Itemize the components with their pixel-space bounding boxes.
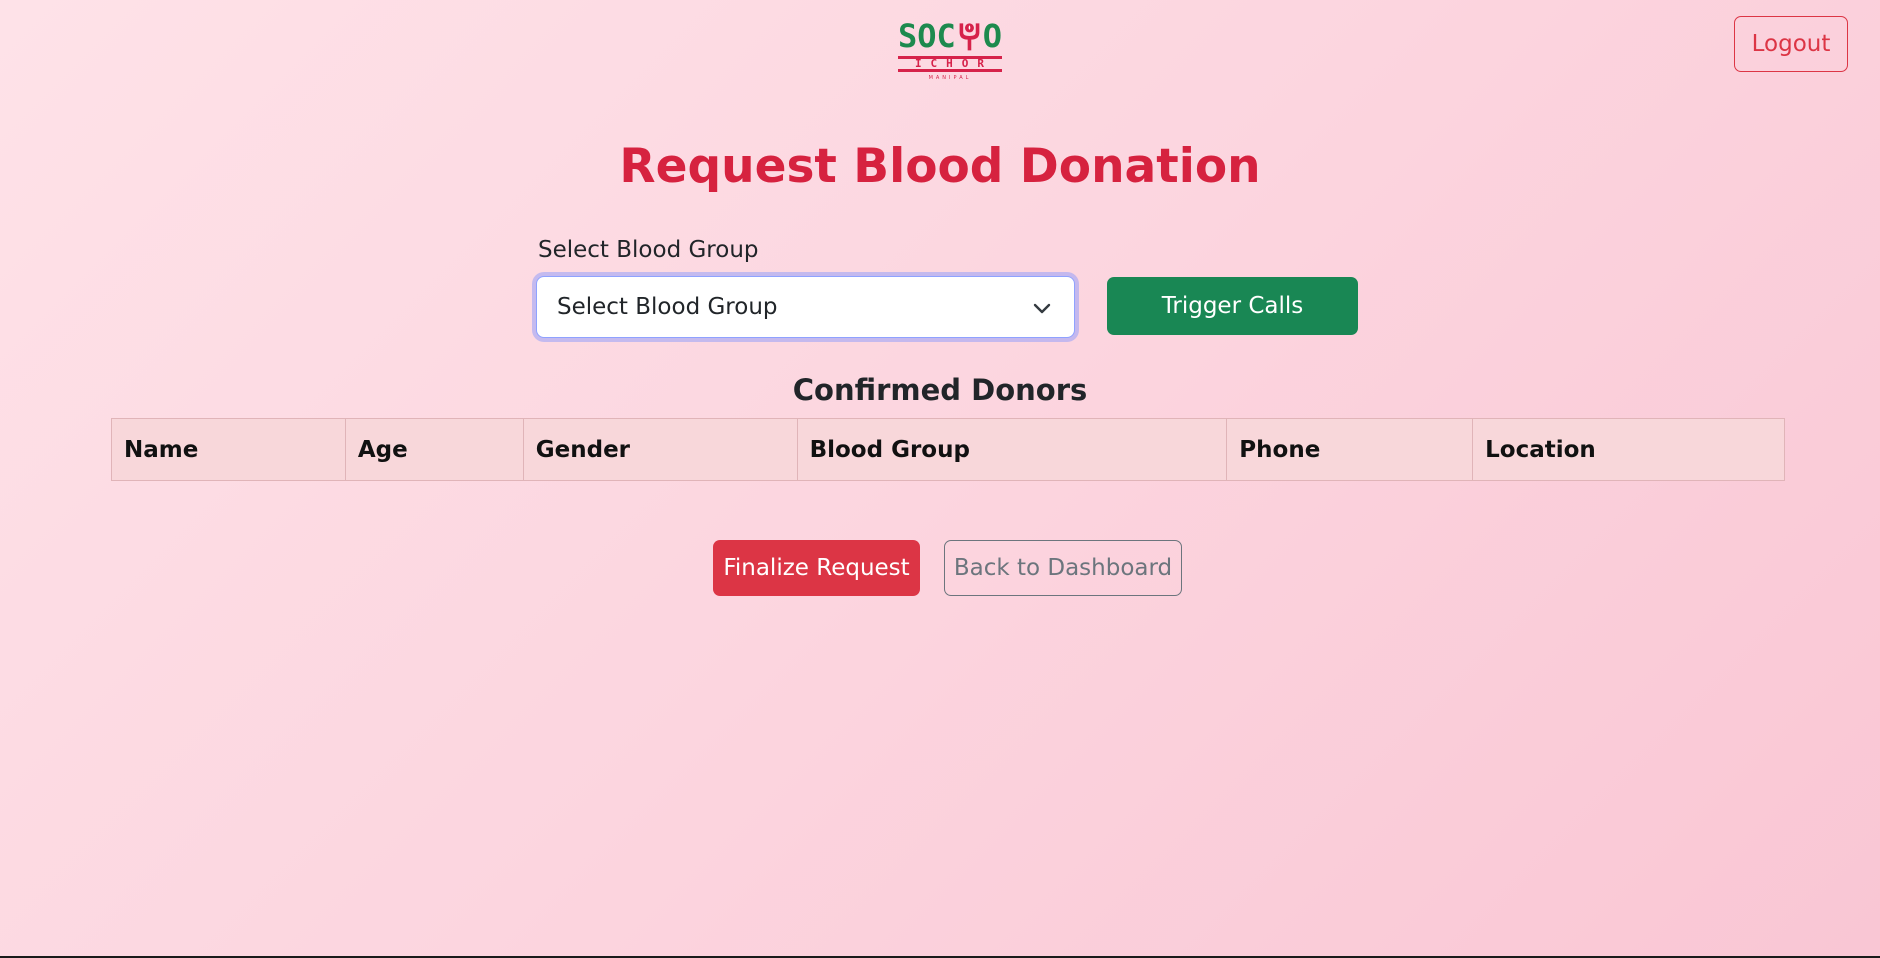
blood-drop-person-icon: [959, 23, 980, 51]
column-header-gender: Gender: [522, 418, 798, 481]
column-header-blood-group: Blood Group: [796, 418, 1228, 481]
column-header-phone: Phone: [1226, 418, 1474, 481]
blood-group-select[interactable]: Select Blood Group: [536, 276, 1075, 338]
chevron-down-icon: [1033, 303, 1051, 314]
logo-subtitle: ICHOR: [898, 56, 1002, 72]
page-title: Request Blood Donation: [619, 139, 1261, 194]
table-header-row: Name Age Gender Blood Group Phone Locati…: [111, 418, 1785, 481]
brand-logo: SOC O ICHOR MANIPAL: [898, 18, 1002, 86]
finalize-request-button[interactable]: Finalize Request: [713, 540, 920, 596]
logout-button[interactable]: Logout: [1734, 16, 1848, 72]
logo-location: MANIPAL: [928, 75, 972, 81]
blood-group-label: Select Blood Group: [538, 237, 759, 263]
logo-text-left: SOC: [898, 17, 956, 55]
column-header-name: Name: [111, 418, 346, 481]
logo-wordmark: SOC O: [898, 18, 1002, 54]
column-header-age: Age: [344, 418, 524, 481]
trigger-calls-button[interactable]: Trigger Calls: [1107, 277, 1358, 335]
logo-text-right: O: [982, 17, 1002, 55]
blood-group-selected-value: Select Blood Group: [557, 294, 778, 320]
back-to-dashboard-button[interactable]: Back to Dashboard: [944, 540, 1182, 596]
confirmed-donors-heading: Confirmed Donors: [792, 373, 1088, 407]
donors-table: Name Age Gender Blood Group Phone Locati…: [111, 418, 1785, 481]
column-header-location: Location: [1472, 418, 1785, 481]
